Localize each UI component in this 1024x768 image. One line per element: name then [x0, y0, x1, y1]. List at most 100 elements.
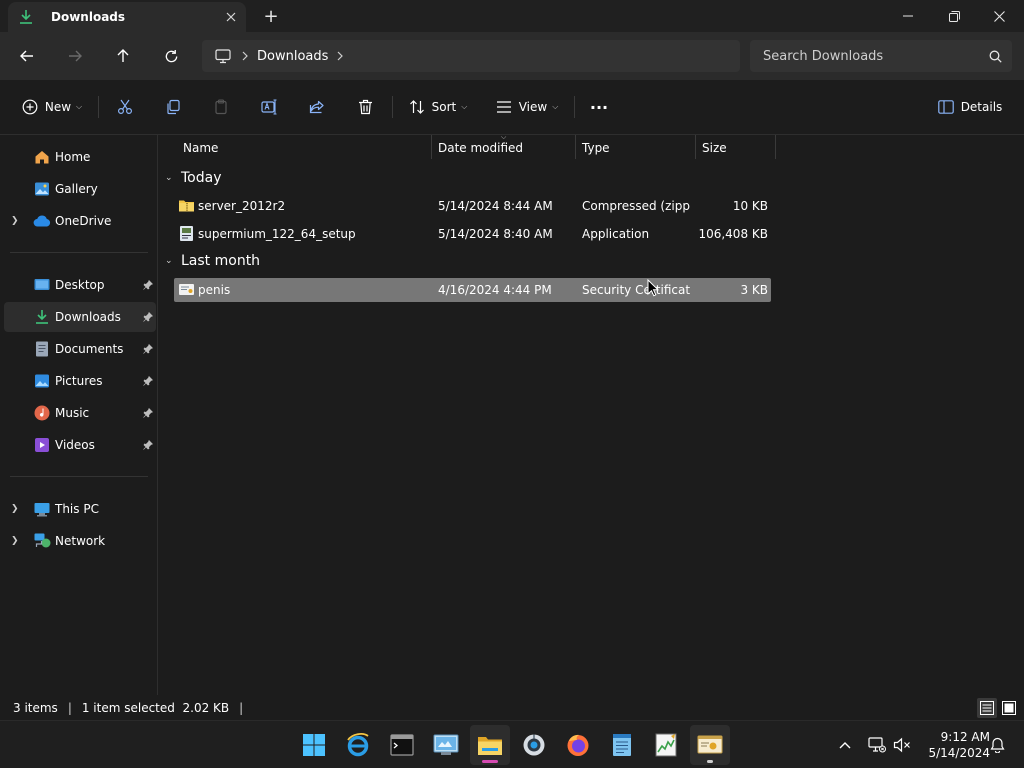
chevron-right-icon[interactable]: ❯: [11, 216, 21, 226]
delete-button[interactable]: [352, 92, 378, 122]
browser-taskbar-button[interactable]: [514, 725, 554, 765]
close-icon: [993, 10, 1005, 22]
paste-button[interactable]: [208, 92, 234, 122]
certificate-manager-taskbar-button[interactable]: [690, 725, 730, 765]
sidebar-item-network[interactable]: ❯ Network: [4, 526, 156, 556]
back-button[interactable]: [11, 40, 43, 72]
minimize-button[interactable]: [885, 0, 931, 32]
view-button[interactable]: View ⌵: [493, 92, 561, 122]
system-clock[interactable]: 9:12 AM 5/14/2024: [918, 729, 990, 761]
show-hidden-icons-button[interactable]: [832, 731, 858, 759]
file-row[interactable]: supermium_122_64_setup 5/14/2024 8:40 AM…: [174, 222, 771, 246]
pin-icon[interactable]: [142, 375, 154, 387]
file-explorer-taskbar-button[interactable]: [470, 725, 510, 765]
pin-icon[interactable]: [142, 343, 154, 355]
pin-icon[interactable]: [142, 311, 154, 323]
documents-icon: [33, 340, 51, 358]
cut-button[interactable]: [112, 92, 138, 122]
up-button[interactable]: [107, 40, 139, 72]
details-pane-icon: [937, 100, 954, 114]
notifications-button[interactable]: [984, 731, 1010, 759]
column-header-type[interactable]: Type: [582, 135, 695, 161]
navigation-pane: Home Gallery ❯ OneDrive Desktop Download…: [0, 135, 158, 695]
sidebar-item-this-pc[interactable]: ❯ This PC: [4, 494, 156, 524]
sidebar-item-downloads[interactable]: Downloads: [4, 302, 156, 332]
column-header-date[interactable]: ⌵ Date modified: [438, 133, 575, 161]
task-manager-taskbar-button[interactable]: [646, 725, 686, 765]
sort-button[interactable]: Sort ⌵: [406, 92, 470, 122]
command-bar: New ⌵ Sort ⌵ View ⌵ ··· Details: [0, 80, 1024, 135]
sidebar-item-home[interactable]: Home: [4, 142, 156, 172]
column-resizer[interactable]: [575, 135, 576, 159]
new-button[interactable]: New ⌵: [20, 92, 84, 122]
chevron-down-icon: ⌵: [461, 102, 468, 111]
internet-explorer-taskbar-button[interactable]: [338, 725, 378, 765]
file-size: 10 KB: [732, 199, 768, 213]
control-panel-taskbar-button[interactable]: [426, 725, 466, 765]
group-header-last-month[interactable]: ⌄ Last month: [165, 248, 260, 274]
search-icon: [978, 50, 1012, 63]
tab-title: Downloads: [51, 10, 126, 24]
tab-downloads[interactable]: Downloads: [8, 2, 246, 32]
sidebar-item-onedrive[interactable]: ❯ OneDrive: [4, 206, 156, 236]
forward-button[interactable]: [59, 40, 91, 72]
volume-button[interactable]: [889, 731, 915, 759]
column-resizer[interactable]: [695, 135, 696, 159]
share-button[interactable]: [304, 92, 330, 122]
restore-icon: [948, 10, 960, 22]
pin-icon[interactable]: [142, 407, 154, 419]
refresh-button[interactable]: [155, 40, 187, 72]
large-icons-view-button[interactable]: [999, 698, 1019, 718]
plus-circle-icon: [22, 99, 38, 115]
notepad-icon: [613, 734, 631, 756]
firefox-taskbar-button[interactable]: [558, 725, 598, 765]
sidebar-item-videos[interactable]: Videos: [4, 430, 156, 460]
chevron-right-icon[interactable]: ❯: [11, 536, 21, 546]
column-resizer[interactable]: [431, 135, 432, 159]
file-type: Compressed (zipp...: [582, 199, 690, 213]
chevron-right-icon[interactable]: ❯: [11, 504, 21, 514]
sidebar-item-music[interactable]: Music: [4, 398, 156, 428]
rename-button[interactable]: [256, 92, 282, 122]
search-input[interactable]: Search Downloads: [750, 40, 1012, 72]
new-tab-button[interactable]: +: [256, 2, 286, 30]
file-row[interactable]: server_2012r2 5/14/2024 8:44 AM Compress…: [174, 194, 771, 218]
column-header-name[interactable]: Name: [183, 135, 431, 161]
network-status-button[interactable]: [864, 731, 890, 759]
copy-button[interactable]: [160, 92, 186, 122]
sidebar-item-pictures[interactable]: Pictures: [4, 366, 156, 396]
sidebar-item-documents[interactable]: Documents: [4, 334, 156, 364]
terminal-taskbar-button[interactable]: [382, 725, 422, 765]
start-button[interactable]: [294, 725, 334, 765]
pin-icon[interactable]: [142, 279, 154, 291]
arrow-left-icon: [20, 50, 33, 62]
details-view-button[interactable]: [977, 698, 997, 718]
file-row-selected[interactable]: penis 4/16/2024 4:44 PM Security Certifi…: [174, 278, 771, 302]
sort-icon: [409, 100, 424, 114]
close-window-button[interactable]: [976, 0, 1022, 32]
certificate-icon: [697, 735, 723, 754]
item-count: 3 items: [13, 701, 58, 715]
sidebar-item-gallery[interactable]: Gallery: [4, 174, 156, 204]
more-options-button[interactable]: ···: [585, 92, 613, 122]
trash-icon: [358, 99, 372, 115]
browser-icon: [523, 734, 545, 756]
sidebar-item-desktop[interactable]: Desktop: [4, 270, 156, 300]
column-header-size[interactable]: Size: [702, 135, 775, 161]
running-app-indicator: [707, 760, 713, 763]
notepad-taskbar-button[interactable]: [602, 725, 642, 765]
details-pane-button[interactable]: Details: [937, 92, 1003, 122]
group-header-today[interactable]: ⌄ Today: [165, 165, 222, 191]
restore-button[interactable]: [931, 0, 977, 32]
breadcrumb-downloads[interactable]: Downloads: [257, 49, 328, 64]
minimize-icon: [903, 15, 913, 17]
chevron-right-icon[interactable]: [233, 51, 257, 61]
address-bar[interactable]: Downloads: [202, 40, 740, 72]
chevron-right-icon[interactable]: [328, 51, 352, 61]
close-tab-button[interactable]: [216, 2, 246, 32]
pin-icon[interactable]: [142, 439, 154, 451]
file-size: 106,408 KB: [698, 227, 768, 241]
column-resizer[interactable]: [775, 135, 776, 159]
mouse-cursor-icon: [647, 279, 659, 297]
file-type: Application: [582, 227, 650, 241]
